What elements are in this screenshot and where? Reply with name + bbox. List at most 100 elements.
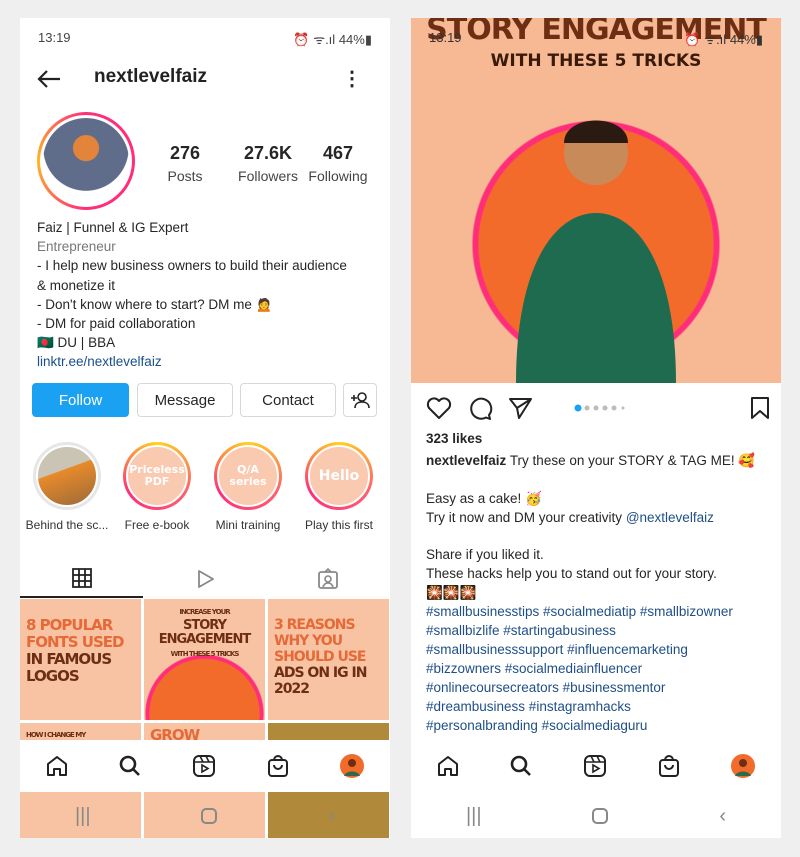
highlight-free-ebook[interactable]: Priceless PDF Free e-book [112,442,202,532]
carousel-indicator [574,404,630,412]
bio-category: Entrepreneur [37,239,116,255]
hashtag-line[interactable]: #smallbusinesssupport #influencemarketin… [426,641,776,660]
tab-tagged[interactable] [267,560,390,598]
hashtag-line[interactable]: #bizzowners #socialmediainfluencer [426,660,776,679]
profile-header: nextlevelfaiz ⋮ [20,64,390,94]
bio-line: & monetize it [37,277,116,293]
caption-line: Share if you liked it. [426,547,544,563]
carousel-dot [574,404,582,412]
system-nav: ||| ‹ [411,796,781,836]
stat-posts[interactable]: 276 Posts [145,143,225,184]
status-bar: 13:19 ⏰ ᯤ.ıl 44%▮ [38,30,372,47]
bio-line: - I help new business owners to build th… [37,258,347,274]
highlight-cover [36,445,98,507]
profile-avatar-nav[interactable] [730,753,756,779]
hashtag-line[interactable]: #personalbranding #socialmediaguru [426,717,776,736]
highlight-label: Free e-book [124,518,190,532]
grid-icon [71,568,92,588]
hashtag-line[interactable]: #smallbizlife #startingabusiness [426,622,776,641]
highlight-play-this-first[interactable]: Hello Play this first [294,442,384,532]
profile-avatar[interactable] [37,112,135,210]
battery-level: 44% [729,32,756,47]
profile-tabs [20,560,390,598]
bio-line: - Don't know where to start? DM me 🙍 [37,296,273,312]
comment-icon[interactable] [467,396,493,420]
system-back-icon[interactable]: ‹ [328,805,335,828]
suggest-people-button[interactable] [343,383,377,417]
profile-username: nextlevelfaiz [94,66,207,87]
caption-author[interactable]: nextlevelfaiz [426,453,506,468]
share-icon[interactable] [508,396,534,420]
hashtag-line[interactable]: #smallbusinesstips #socialmediatip #smal… [426,603,776,622]
post-actions [426,396,771,420]
profile-avatar-nav[interactable] [339,753,365,779]
play-icon [198,570,214,588]
recent-apps-icon[interactable]: ||| [75,805,91,828]
post-caption: 323 likes nextlevelfaiz Try these on you… [426,430,776,736]
highlight-cover: Hello [308,445,370,507]
highlight-label: Play this first [304,518,373,532]
system-back-icon[interactable]: ‹ [719,805,726,828]
add-person-icon [350,391,370,409]
stat-value: 27.6K [243,143,293,163]
bio-line: - DM for paid collaboration [37,316,196,332]
grid-post[interactable]: 8 POPULAR FONTS USED IN FAMOUS LOGOS [20,599,141,720]
stat-followers[interactable]: 27.6K Followers [228,143,308,184]
status-time: 13:19 [429,30,462,45]
bio-link[interactable]: linktr.ee/nextlevelfaiz [37,352,377,371]
bio-name: Faiz | Funnel & IG Expert [37,220,189,235]
person-photo [516,120,676,383]
status-icons: ⏰ ᯤ.ıl 44%▮ [293,32,372,47]
carousel-dot [621,406,625,410]
reels-icon[interactable] [192,754,216,778]
more-options-icon[interactable]: ⋮ [342,66,362,91]
search-icon[interactable] [118,754,142,778]
recent-apps-icon[interactable]: ||| [466,805,482,828]
home-icon[interactable] [45,754,69,778]
status-icons: ⏰ ᯤ.ıl 44%▮ [684,32,763,47]
follow-button[interactable]: Follow [32,383,129,417]
stat-label: Posts [167,168,203,184]
message-button[interactable]: Message [137,383,233,417]
highlight-label: Mini training [215,518,281,532]
back-arrow-icon[interactable] [36,68,62,90]
stat-value: 276 [169,143,201,163]
home-button-icon[interactable] [591,807,609,825]
highlight-cover: Q/A series [217,445,279,507]
highlight-label: Behind the sc... [25,518,109,532]
grid-post[interactable]: 3 REASONS WHY YOU SHOULD USE ADS ON IG IN… [268,599,389,720]
hashtag-line[interactable]: #dreambusiness #instagramhacks [426,698,776,717]
stat-label: Following [308,168,368,184]
carousel-dot [584,405,590,411]
bio-line: 🇧🇩 DU | BBA [37,335,116,351]
post-screen: STORY ENGAGEMENT WITH THESE 5 TRICKS 13:… [411,18,781,838]
caption-line: Easy as a cake! 🥳 [426,490,542,506]
caption-text: Try these on your STORY & TAG ME! 🥰 [509,452,756,468]
heart-icon[interactable] [426,396,452,420]
save-bookmark-icon[interactable] [749,396,771,420]
carousel-dot [602,405,608,411]
mention-link[interactable]: @nextlevelfaiz [626,510,714,525]
home-icon[interactable] [436,754,460,778]
reels-icon[interactable] [583,754,607,778]
highlight-mini-training[interactable]: Q/A series Mini training [203,442,293,532]
shop-icon[interactable] [657,754,681,778]
tab-reels[interactable] [143,560,266,598]
likes-count[interactable]: 323 likes [426,430,776,449]
contact-button[interactable]: Contact [240,383,336,417]
hashtag-line[interactable]: #onlinecoursecreators #businessmentor [426,679,776,698]
stat-label: Followers [238,168,298,184]
carousel-dot [611,405,617,411]
stat-value: 467 [322,143,354,163]
post-image[interactable]: STORY ENGAGEMENT WITH THESE 5 TRICKS [411,18,781,383]
tagged-person-icon [318,568,339,589]
search-icon[interactable] [509,754,533,778]
carousel-dot [593,405,599,411]
highlight-behind-the-scenes[interactable]: Behind the sc... [22,442,112,532]
tab-posts-grid[interactable] [20,560,144,598]
grid-post[interactable]: INCREASE YOUR STORY ENGAGEMENT WITH THESE … [144,599,265,720]
highlight-cover: Priceless PDF [126,445,188,507]
shop-icon[interactable] [266,754,290,778]
stat-following[interactable]: 467 Following [298,143,378,184]
home-button-icon[interactable] [200,807,218,825]
